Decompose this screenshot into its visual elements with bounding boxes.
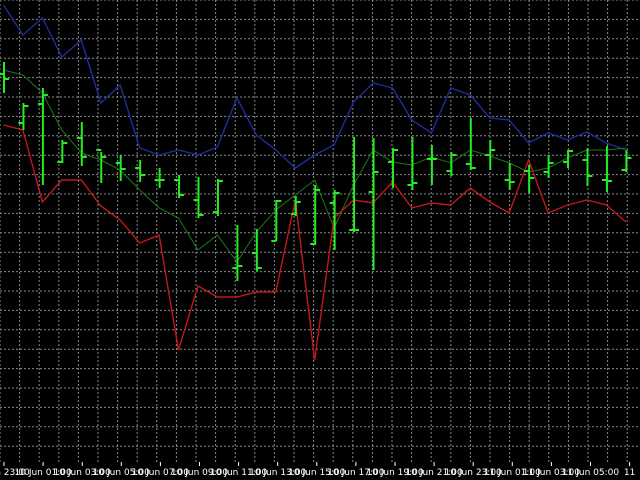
x-tick-label: 11	[624, 468, 635, 478]
chart-canvas: 7 Jun 23:0010 Jun 01:0010 Jun 03:0010 Ju…	[0, 0, 640, 480]
x-tick-label: 11 Jun 05:00	[562, 468, 619, 478]
price-chart: 7 Jun 23:0010 Jun 01:0010 Jun 03:0010 Ju…	[0, 0, 640, 480]
chart-background	[0, 0, 640, 480]
